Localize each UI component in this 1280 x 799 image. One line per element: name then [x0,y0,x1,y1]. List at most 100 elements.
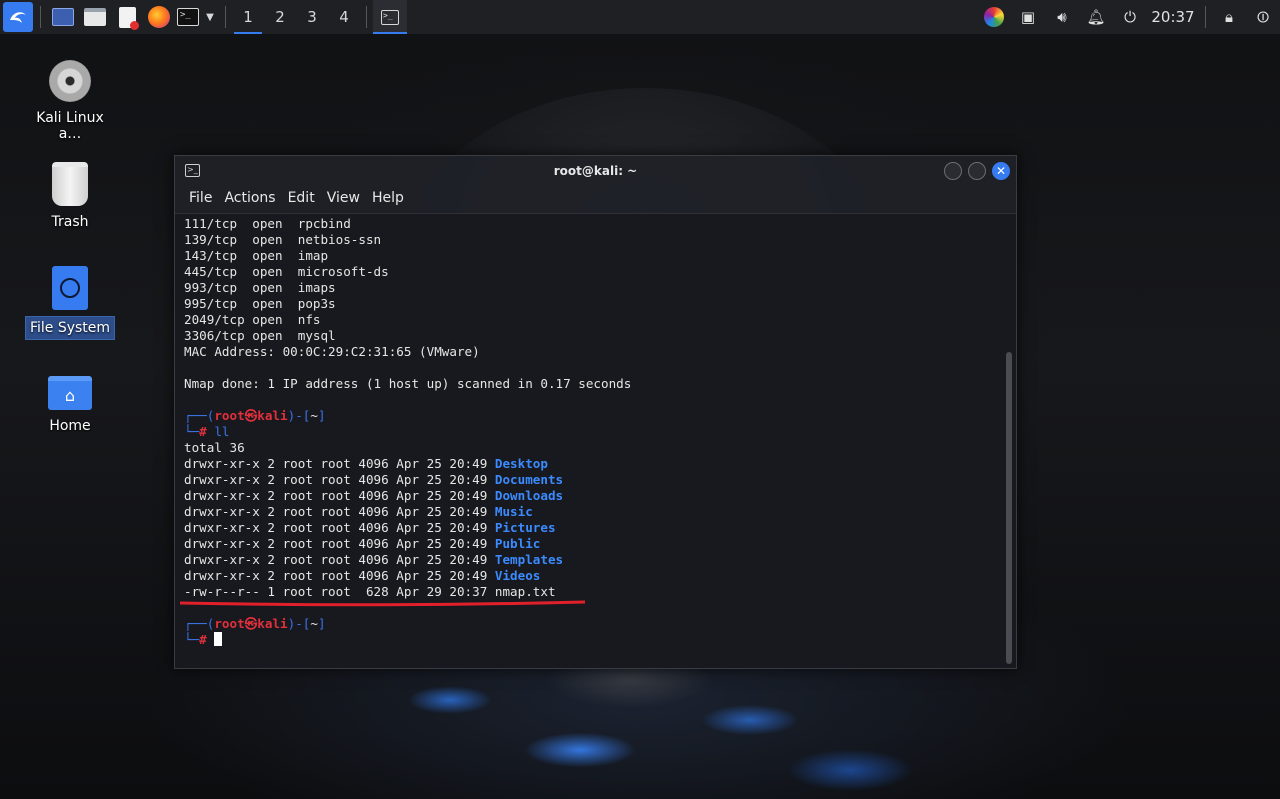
text-editor-icon [118,6,139,30]
clock[interactable]: 20:37 [1147,8,1199,26]
chevron-down-icon: ▼ [206,11,214,23]
menu-bar: File Actions Edit View Help [175,185,1016,211]
prompt-frame: ┌──( [184,616,215,631]
workspace-label: 2 [275,8,285,26]
port-entry: 139/tcp open netbios-ssn [184,232,382,247]
red-underline-annotation [180,600,585,607]
terminal-button[interactable]: >_ [175,0,201,34]
port-line: 2049/tcp open nfs [184,312,996,328]
port-line: 993/tcp open imaps [184,280,996,296]
volume-icon: 🔊︎ [1057,8,1067,26]
workspace-3[interactable]: 3 [296,0,328,34]
menu-edit[interactable]: Edit [282,190,321,206]
volume-button[interactable]: 🔊︎ [1045,0,1079,34]
show-desktop-button[interactable] [47,0,79,34]
file-manager-button[interactable] [79,0,111,34]
port-line: 3306/tcp open mysql [184,328,996,344]
desktop-icon-file-system[interactable]: File System [20,266,120,340]
terminal-lines: 111/tcp open rpcbind 139/tcp open netbios… [184,216,996,648]
prompt-user-host: root㉿kali [214,616,288,631]
bell-icon: 🔔︎ [1086,8,1106,26]
terminal-icon: >_ [381,9,399,25]
port-entry: 445/tcp open microsoft-ds [184,264,389,279]
minimize-button[interactable] [944,162,962,180]
file-name: Desktop [494,456,548,471]
file-name: Downloads [494,488,564,503]
terminal-menu-button[interactable]: ▼ [201,0,219,34]
listing-row: drwxr-xr-x 2 root root 4096 Apr 25 20:49… [184,552,996,568]
panel-separator [1205,6,1206,28]
file-meta: drwxr-xr-x 2 root root 4096 Apr 25 20:49 [184,488,495,503]
lock-button[interactable]: 🔒︎ [1212,0,1246,34]
menu-view[interactable]: View [321,190,366,206]
file-manager-icon [84,8,106,26]
kali-menu-button[interactable] [0,0,34,34]
file-meta: drwxr-xr-x 2 root root 4096 Apr 25 20:49 [184,568,495,583]
prompt-frame: ] [317,616,326,631]
port-entry: 143/tcp open imap [184,248,329,263]
desktop-icon-kali-disc[interactable]: Kali Linux a… [20,60,120,144]
workspace-2[interactable]: 2 [264,0,296,34]
terminal-window[interactable]: >_ root@kali: ~ ✕ File Actions Edit View… [174,155,1017,669]
prompt-frame: )-[ [287,408,311,423]
workspace-1[interactable]: 1 [232,0,264,34]
notifications-button[interactable]: 🔔︎ [1079,0,1113,34]
command: ll [206,424,230,439]
power-manager-button[interactable]: ⏻ [1113,0,1147,34]
menu-help[interactable]: Help [366,190,410,206]
panel-separator [40,6,41,28]
file-meta: -rw-r--r-- 1 root root 628 Apr 29 20:37 [184,584,495,599]
terminal-icon: >_ [177,8,199,26]
maximize-button[interactable] [968,162,986,180]
prompt-frame: ┌──( [184,408,215,423]
file-meta: drwxr-xr-x 2 root root 4096 Apr 25 20:49 [184,456,495,471]
total-line: total 36 [184,440,996,456]
desktop-icon-label: Trash [51,214,89,230]
port-entry: 111/tcp open rpcbind [184,216,351,231]
workspace-4[interactable]: 4 [328,0,360,34]
panel-separator [366,6,367,28]
port-entry: 2049/tcp open nfs [184,312,321,327]
text-editor-button[interactable] [111,0,143,34]
desktop-icon-trash[interactable]: Trash [20,162,120,232]
port-line: 995/tcp open pop3s [184,296,996,312]
menu-actions[interactable]: Actions [218,190,281,206]
scrollbar[interactable] [1006,352,1012,664]
file-meta: drwxr-xr-x 2 root root 4096 Apr 25 20:49 [184,504,495,519]
taskbar-terminal-window[interactable]: >_ [373,0,407,34]
desktop-icon-label: File System [24,316,116,340]
file-name: Documents [494,472,564,487]
port-line: 143/tcp open imap [184,248,996,264]
mac-address-line: MAC Address: 00:0C:29:C2:31:65 (VMware) [184,344,996,360]
prompt-line-2: └─# [184,632,996,648]
home-folder-icon: ⌂ [48,376,92,410]
file-meta: drwxr-xr-x 2 root root 4096 Apr 25 20:49 [184,520,495,535]
close-button[interactable]: ✕ [992,162,1010,180]
window-controls: ✕ [944,162,1010,180]
desktop-icon-home[interactable]: ⌂ Home [20,376,120,436]
nmap-summary: Nmap done: 1 IP address (1 host up) scan… [184,376,632,391]
logout-button[interactable]: ⏼ [1246,0,1280,34]
listing-row: drwxr-xr-x 2 root root 4096 Apr 25 20:49… [184,536,996,552]
display-button[interactable]: ▣ [1011,0,1045,34]
prompt-dir: ~ [310,616,318,631]
mac-address: MAC Address: 00:0C:29:C2:31:65 (VMware) [184,344,480,359]
listing-row: -rw-r--r-- 1 root root 628 Apr 29 20:37 … [184,584,996,600]
color-picker-button[interactable] [977,0,1011,34]
file-name: Templates [494,552,564,567]
prompt-frame: └─ [184,424,200,439]
show-desktop-icon [52,8,74,26]
prompt-line-2: └─# ll [184,424,996,440]
firefox-button[interactable] [143,0,175,34]
menu-file[interactable]: File [183,190,218,206]
lock-icon: 🔒︎ [1225,8,1233,26]
color-picker-icon [984,7,1004,27]
prompt-symbol: # [199,424,207,439]
nmap-done-line: Nmap done: 1 IP address (1 host up) scan… [184,376,996,392]
port-line: 445/tcp open microsoft-ds [184,264,996,280]
workspace-label: 4 [339,8,349,26]
close-icon: ✕ [995,164,1007,178]
window-titlebar[interactable]: >_ root@kali: ~ ✕ [175,156,1016,185]
